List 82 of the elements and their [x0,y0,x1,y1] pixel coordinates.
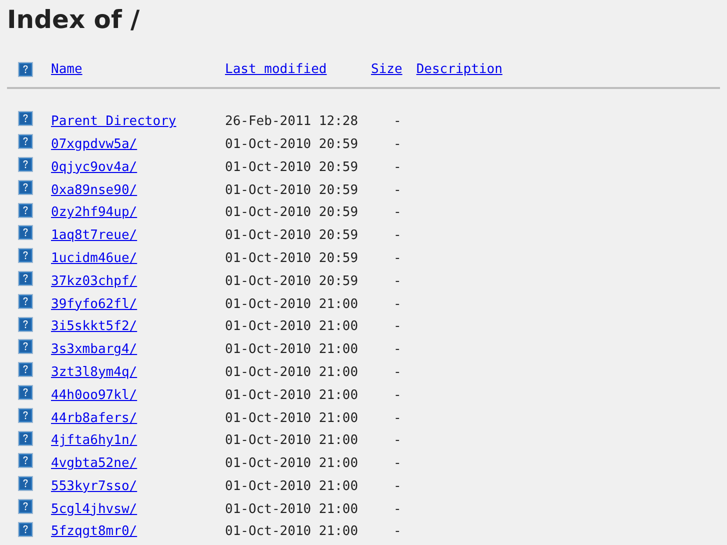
size-value: - [393,250,402,266]
question-icon [18,384,33,400]
modified-date: 01-Oct-2010 21:00 [225,364,358,380]
modified-date: 01-Oct-2010 20:59 [225,160,358,175]
question-icon [18,498,33,514]
size-value: - [393,319,402,334]
question-icon [18,62,33,76]
size-value: - [393,205,402,220]
modified-date: 01-Oct-2010 20:59 [225,274,358,289]
modified-date: 01-Oct-2010 21:00 [225,478,358,494]
size-value: - [393,388,402,403]
modified-date: 01-Oct-2010 21:00 [225,502,358,517]
modified-date: 01-Oct-2010 21:00 [225,456,358,472]
question-icon [18,248,33,264]
directory-link[interactable]: 5fzqgt8mr0/ [51,524,138,540]
modified-date: 01-Oct-2010 21:00 [225,410,358,426]
question-icon [18,476,33,492]
size-value: - [393,136,402,152]
directory-link[interactable]: 1ucidm46ue/ [51,250,138,266]
size-value: - [393,274,402,289]
modified-date: 01-Oct-2010 21:00 [225,524,358,540]
directory-link[interactable]: 4jfta6hy1n/ [51,433,138,448]
size-value: - [393,478,402,494]
modified-date: 26-Feb-2011 12:28 [225,114,358,130]
directory-link[interactable]: 3s3xmbarg4/ [51,342,138,358]
question-icon [18,408,33,423]
size-value: - [393,456,402,472]
directory-link[interactable]: 39fyfo62fl/ [51,296,138,312]
modified-date: 01-Oct-2010 21:00 [225,296,358,312]
size-value: - [393,502,402,517]
question-icon [18,339,33,354]
directory-link[interactable]: 37kz03chpf/ [51,274,138,289]
modified-date: 01-Oct-2010 21:00 [225,319,358,334]
column-sort-link[interactable]: Size [371,62,402,77]
directory-link[interactable]: 0zy2hf94up/ [51,205,138,220]
size-value: - [393,364,402,380]
modified-date: 01-Oct-2010 21:00 [225,342,358,358]
question-icon [18,270,33,286]
question-icon [18,316,33,332]
column-sort-link[interactable]: Description [416,62,502,77]
size-value: - [393,182,402,198]
modified-date: 01-Oct-2010 20:59 [225,228,358,244]
modified-date: 01-Oct-2010 20:59 [225,250,358,266]
question-icon [18,180,33,195]
page-title: Index of / [7,4,141,36]
column-sort-link[interactable]: Last modified [225,62,327,77]
directory-link[interactable]: 4vgbta52ne/ [51,456,138,472]
modified-date: 01-Oct-2010 20:59 [225,182,358,198]
directory-link[interactable]: Parent Directory [51,114,176,130]
directory-link[interactable]: 0xa89nse90/ [51,182,138,198]
size-value: - [393,160,402,175]
size-value: - [393,114,402,130]
size-value: - [393,410,402,426]
question-icon [18,225,33,240]
modified-date: 01-Oct-2010 21:00 [225,388,358,403]
question-icon [18,156,33,172]
size-value: - [393,228,402,244]
question-icon [18,294,33,309]
directory-link[interactable]: 44h0oo97kl/ [51,388,138,403]
directory-link[interactable]: 07xgpdvw5a/ [51,136,138,152]
size-value: - [393,342,402,358]
directory-link[interactable]: 3i5skkt5f2/ [51,319,138,334]
question-icon [18,134,33,150]
modified-date: 01-Oct-2010 20:59 [225,136,358,152]
directory-link[interactable]: 44rb8afers/ [51,410,138,426]
modified-date: 01-Oct-2010 20:59 [225,205,358,220]
question-icon [18,453,33,468]
question-icon [18,111,33,126]
directory-link[interactable]: 1aq8t7reue/ [51,228,138,244]
size-value: - [393,296,402,312]
directory-link[interactable]: 0qjyc9ov4a/ [51,160,138,175]
question-icon [18,362,33,378]
directory-link[interactable]: 553kyr7sso/ [51,478,138,494]
size-value: - [393,433,402,448]
question-icon [18,430,33,446]
size-value: - [393,524,402,540]
directory-link[interactable]: 3zt3l8ym4q/ [51,364,138,380]
question-icon [18,202,33,218]
column-sort-link[interactable]: Name [51,62,82,77]
modified-date: 01-Oct-2010 21:00 [225,433,358,448]
question-icon [18,522,33,537]
directory-link[interactable]: 5cgl4jhvsw/ [51,502,138,517]
